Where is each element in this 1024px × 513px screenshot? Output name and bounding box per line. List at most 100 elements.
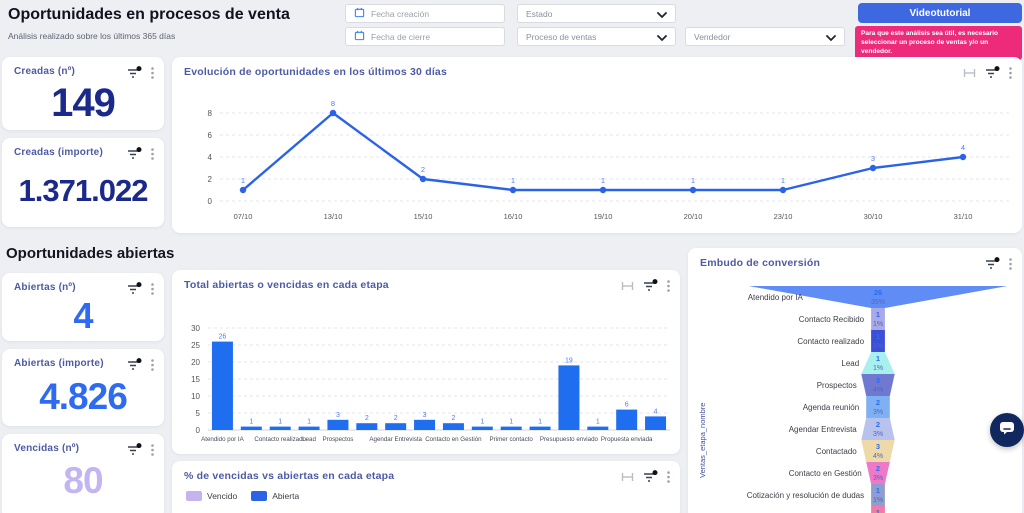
svg-text:20: 20 bbox=[191, 358, 200, 367]
kpi-label: Creadas (importe) bbox=[14, 147, 103, 158]
filter-icon[interactable] bbox=[985, 66, 1000, 79]
videotutorial-button[interactable]: Videotutorial bbox=[858, 3, 1022, 23]
svg-text:1%: 1% bbox=[873, 365, 883, 372]
filter-icon[interactable] bbox=[127, 147, 142, 160]
svg-text:Contacto en Gestión: Contacto en Gestión bbox=[789, 469, 862, 478]
dashboard: Oportunidades en procesos de venta Análi… bbox=[0, 0, 1024, 513]
filter-icon[interactable] bbox=[985, 257, 1000, 270]
svg-text:20/10: 20/10 bbox=[684, 212, 703, 221]
vendedor-select[interactable]: Vendedor bbox=[685, 27, 845, 46]
svg-text:31/10: 31/10 bbox=[954, 212, 973, 221]
svg-text:1%: 1% bbox=[873, 321, 883, 328]
kpi-label: Abiertas (nº) bbox=[14, 282, 76, 293]
resize-horizontal-icon[interactable] bbox=[963, 67, 976, 79]
svg-text:16/10: 16/10 bbox=[504, 212, 523, 221]
svg-text:3: 3 bbox=[423, 412, 427, 419]
kebab-menu-icon[interactable] bbox=[151, 66, 154, 79]
svg-text:2: 2 bbox=[365, 415, 369, 422]
kebab-menu-icon[interactable] bbox=[1009, 257, 1012, 270]
filter-icon[interactable] bbox=[127, 443, 142, 456]
kpi-card-creadas-importe: Creadas (importe) 1.371.022 bbox=[2, 138, 164, 227]
svg-text:Propuesta enviada: Propuesta enviada bbox=[601, 436, 653, 443]
svg-text:1: 1 bbox=[511, 176, 515, 185]
kebab-menu-icon[interactable] bbox=[1009, 66, 1012, 79]
filter-icon[interactable] bbox=[127, 358, 142, 371]
svg-text:1: 1 bbox=[601, 176, 605, 185]
svg-text:Contacto en Gestión: Contacto en Gestión bbox=[425, 436, 482, 443]
kpi-value: 4 bbox=[73, 295, 93, 336]
fecha-cierre-field[interactable] bbox=[345, 27, 505, 46]
svg-text:Agendar Entrevista: Agendar Entrevista bbox=[789, 425, 858, 434]
kebab-menu-icon[interactable] bbox=[667, 470, 670, 483]
svg-text:0: 0 bbox=[208, 197, 213, 206]
line-chart-card: Evolución de oportunidades en los último… bbox=[172, 57, 1022, 233]
svg-text:Presupuesto enviado: Presupuesto enviado bbox=[540, 436, 599, 443]
svg-text:19/10: 19/10 bbox=[594, 212, 613, 221]
svg-text:2: 2 bbox=[876, 464, 880, 473]
chat-button[interactable] bbox=[990, 413, 1024, 447]
svg-text:10: 10 bbox=[191, 392, 200, 401]
svg-text:Lead: Lead bbox=[302, 436, 316, 443]
kebab-menu-icon[interactable] bbox=[151, 443, 154, 456]
svg-text:2: 2 bbox=[876, 398, 880, 407]
svg-text:2: 2 bbox=[208, 175, 213, 184]
svg-text:1: 1 bbox=[278, 419, 282, 426]
resize-horizontal-icon[interactable] bbox=[621, 471, 634, 483]
svg-text:07/10: 07/10 bbox=[234, 212, 253, 221]
filter-icon[interactable] bbox=[643, 279, 658, 292]
process-warning-banner: Para que este análisis sea útil, es nece… bbox=[855, 26, 1022, 60]
legend-item-vencido: Vencido bbox=[186, 491, 237, 501]
svg-text:Atendido por IA: Atendido por IA bbox=[748, 293, 804, 302]
svg-text:30/10: 30/10 bbox=[864, 212, 883, 221]
svg-text:1: 1 bbox=[307, 419, 311, 426]
svg-text:8: 8 bbox=[331, 99, 335, 108]
svg-text:3%: 3% bbox=[873, 431, 883, 438]
vendedor-select-label: Vendedor bbox=[694, 31, 731, 42]
chevron-down-icon bbox=[657, 28, 667, 46]
kpi-label: Vencidas (nº) bbox=[14, 443, 80, 454]
svg-text:5: 5 bbox=[196, 409, 201, 418]
filter-icon[interactable] bbox=[643, 470, 658, 483]
svg-text:4: 4 bbox=[208, 153, 213, 162]
filter-icon[interactable] bbox=[127, 66, 142, 79]
kebab-menu-icon[interactable] bbox=[151, 147, 154, 160]
kebab-menu-icon[interactable] bbox=[151, 282, 154, 295]
svg-text:Contacto realizado: Contacto realizado bbox=[254, 436, 306, 443]
svg-text:3%: 3% bbox=[873, 475, 883, 482]
svg-text:26: 26 bbox=[874, 288, 882, 297]
fecha-creacion-field[interactable] bbox=[345, 4, 505, 23]
chevron-down-icon bbox=[826, 28, 836, 46]
proceso-ventas-select-label: Proceso de ventas bbox=[526, 31, 597, 42]
legend-swatch-abierta bbox=[251, 491, 268, 501]
line-chart-title: Evolución de oportunidades en los último… bbox=[184, 66, 448, 78]
svg-text:15/10: 15/10 bbox=[414, 212, 433, 221]
bar-chart-title: Total abiertas o vencidas en cada etapa bbox=[184, 279, 389, 291]
svg-text:Agendar Entrevista: Agendar Entrevista bbox=[369, 436, 422, 443]
svg-text:1: 1 bbox=[691, 176, 695, 185]
kebab-menu-icon[interactable] bbox=[667, 279, 670, 292]
svg-text:3%: 3% bbox=[873, 409, 883, 416]
svg-text:Cotización y resolución de dud: Cotización y resolución de dudas bbox=[747, 491, 864, 500]
funnel-chart: 26 35% Atendido por IA 1 1% Contacto Recibido… bbox=[688, 282, 1022, 513]
estado-select[interactable]: Estado bbox=[517, 4, 676, 23]
svg-text:2: 2 bbox=[876, 420, 880, 429]
svg-text:1: 1 bbox=[876, 508, 880, 513]
legend-label: Vencido bbox=[207, 491, 238, 501]
fecha-cierre-input[interactable] bbox=[371, 31, 496, 42]
kpi-card-creadas-n: Creadas (nº) 149 bbox=[2, 57, 164, 130]
svg-text:4%: 4% bbox=[873, 453, 883, 460]
svg-text:1: 1 bbox=[249, 419, 253, 426]
svg-text:1: 1 bbox=[876, 486, 880, 495]
resize-horizontal-icon[interactable] bbox=[621, 280, 634, 292]
fecha-creacion-input[interactable] bbox=[371, 8, 496, 19]
svg-text:3: 3 bbox=[871, 154, 875, 163]
svg-text:Atendido por IA: Atendido por IA bbox=[201, 436, 245, 443]
svg-text:4: 4 bbox=[654, 408, 658, 415]
proceso-ventas-select[interactable]: Proceso de ventas bbox=[517, 27, 676, 46]
svg-text:Primer contacto: Primer contacto bbox=[490, 436, 534, 443]
filter-icon[interactable] bbox=[127, 282, 142, 295]
svg-text:Contacto Recibido: Contacto Recibido bbox=[799, 315, 865, 324]
svg-text:4%: 4% bbox=[873, 387, 883, 394]
kebab-menu-icon[interactable] bbox=[151, 358, 154, 371]
calendar-icon bbox=[354, 28, 365, 46]
